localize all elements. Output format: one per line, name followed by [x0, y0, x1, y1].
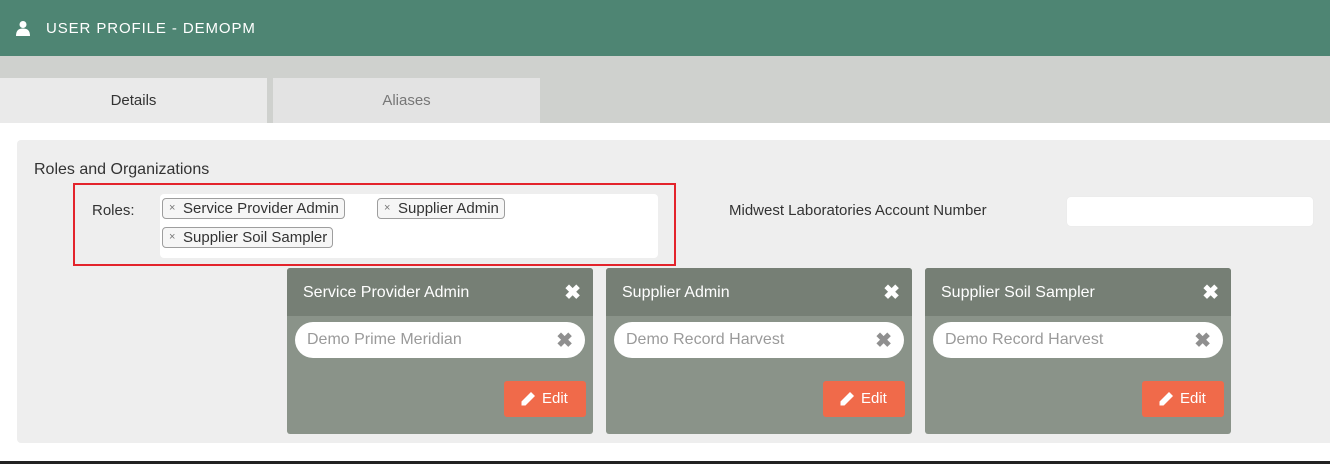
edit-button[interactable]: Edit [1142, 381, 1224, 417]
organization-name: Demo Record Harvest [626, 331, 785, 348]
organization-tag: Demo Prime Meridian ✖ [295, 322, 585, 358]
remove-organization-icon[interactable]: ✖ [875, 328, 892, 353]
edit-button[interactable]: Edit [823, 381, 905, 417]
organization-tag: Demo Record Harvest ✖ [933, 322, 1223, 358]
page-header: USER PROFILE - DEMOPM [0, 0, 1330, 56]
organization-name: Demo Prime Meridian [307, 331, 462, 348]
role-card-supplier-soil-sampler: Supplier Soil Sampler ✖ Demo Record Harv… [925, 268, 1231, 434]
details-content: Roles and Organizations Roles: × Service… [0, 123, 1330, 462]
edit-button-label: Edit [861, 390, 887, 407]
page-title: USER PROFILE - DEMOPM [46, 20, 256, 37]
card-title: Supplier Admin [622, 284, 730, 301]
pencil-icon [1159, 392, 1173, 406]
organization-name: Demo Record Harvest [945, 331, 1104, 348]
tab-bar: Details Aliases [0, 56, 1330, 123]
account-number-input[interactable] [1066, 196, 1314, 227]
card-header: Service Provider Admin ✖ [287, 268, 593, 316]
account-number-label: Midwest Laboratories Account Number [729, 202, 987, 219]
role-card-service-provider-admin: Service Provider Admin ✖ Demo Prime Meri… [287, 268, 593, 434]
remove-organization-icon[interactable]: ✖ [556, 328, 573, 353]
organization-tag: Demo Record Harvest ✖ [614, 322, 904, 358]
tab-aliases[interactable]: Aliases [273, 78, 540, 123]
close-icon[interactable]: ✖ [1202, 280, 1219, 305]
card-header: Supplier Admin ✖ [606, 268, 912, 316]
section-title: Roles and Organizations [34, 161, 210, 178]
close-icon[interactable]: ✖ [564, 280, 581, 305]
roles-panel: Roles and Organizations Roles: × Service… [17, 140, 1330, 443]
edit-button[interactable]: Edit [504, 381, 586, 417]
card-header: Supplier Soil Sampler ✖ [925, 268, 1231, 316]
user-icon [16, 21, 30, 36]
edit-button-label: Edit [1180, 390, 1206, 407]
card-title: Supplier Soil Sampler [941, 284, 1095, 301]
tab-details[interactable]: Details [0, 78, 267, 123]
role-card-supplier-admin: Supplier Admin ✖ Demo Record Harvest ✖ E… [606, 268, 912, 434]
close-icon[interactable]: ✖ [883, 280, 900, 305]
pencil-icon [521, 392, 535, 406]
edit-button-label: Edit [542, 390, 568, 407]
remove-organization-icon[interactable]: ✖ [1194, 328, 1211, 353]
pencil-icon [840, 392, 854, 406]
highlight-box [73, 183, 676, 266]
card-title: Service Provider Admin [303, 284, 470, 301]
